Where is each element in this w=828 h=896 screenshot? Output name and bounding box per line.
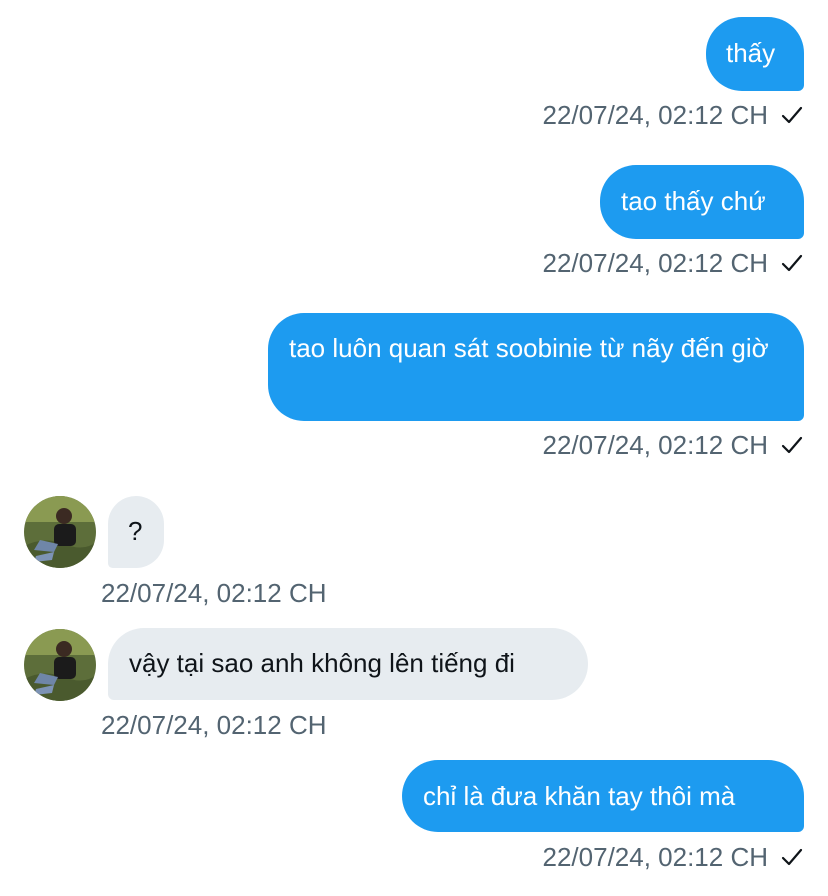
timestamp: 22/07/24, 02:12 CH [542, 248, 769, 278]
message-text: tao luôn quan sát soobinie từ nãy đến gi… [289, 333, 769, 363]
message-meta: 22/07/24, 02:12 CH [543, 248, 805, 278]
message-meta: 22/07/24, 02:12 CH [543, 430, 805, 460]
timestamp: 22/07/24, 02:12 CH [101, 710, 327, 740]
timestamp: 22/07/24, 02:12 CH [542, 842, 769, 872]
avatar[interactable] [24, 496, 96, 568]
sent-message-bubble[interactable]: tao luôn quan sát soobinie từ nãy đến gi… [268, 313, 804, 421]
received-message-bubble[interactable]: ? [108, 496, 164, 568]
timestamp: 22/07/24, 02:12 CH [542, 430, 769, 460]
received-message-bubble[interactable]: vậy tại sao anh không lên tiếng đi [108, 628, 588, 700]
check-icon [781, 436, 803, 454]
avatar-photo [24, 496, 96, 568]
message-text: tao thấy chứ [621, 186, 766, 216]
sent-message-bubble[interactable]: chỉ là đưa khăn tay thôi mà [402, 760, 804, 832]
message-text: chỉ là đưa khăn tay thôi mà [423, 781, 736, 811]
avatar-photo [24, 629, 96, 701]
message-text: thấy [726, 38, 776, 68]
avatar[interactable] [24, 629, 96, 701]
sent-message-bubble[interactable]: tao thấy chứ [600, 165, 804, 239]
timestamp: 22/07/24, 02:12 CH [101, 578, 327, 608]
check-icon [781, 848, 803, 866]
message-meta: 22/07/24, 02:12 CH [543, 842, 805, 872]
timestamp: 22/07/24, 02:12 CH [542, 100, 769, 130]
message-meta: 22/07/24, 02:12 CH [543, 100, 805, 130]
message-text: ? [128, 516, 143, 546]
sent-message-bubble[interactable]: thấy [706, 17, 804, 91]
message-text: vậy tại sao anh không lên tiếng đi [129, 648, 515, 678]
check-icon [781, 254, 803, 272]
check-icon [781, 106, 803, 124]
